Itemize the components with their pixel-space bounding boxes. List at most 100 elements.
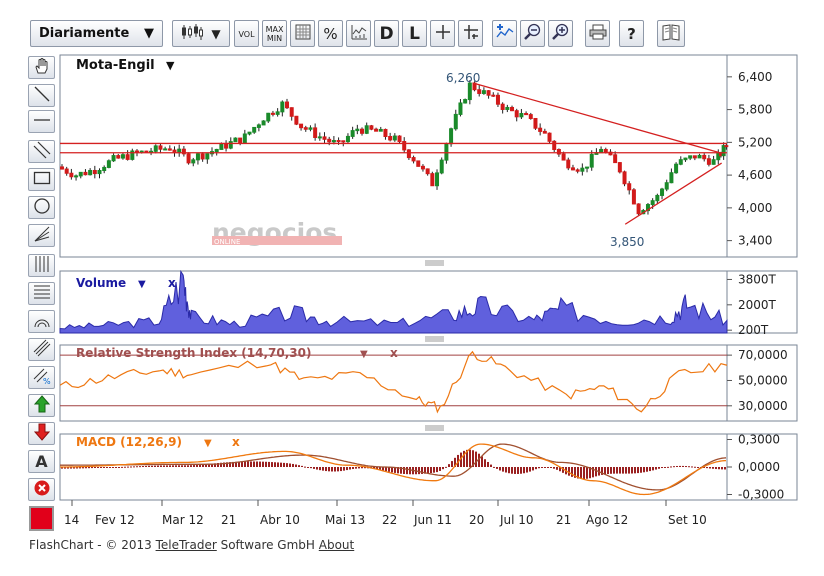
- candle-down: [627, 183, 632, 191]
- candle-down: [524, 113, 529, 116]
- macd-histogram-bar: [313, 467, 315, 469]
- x-tick-label: 20: [469, 513, 484, 527]
- candle-up: [111, 155, 116, 162]
- rsi-chevron-icon[interactable]: ▼: [360, 349, 368, 360]
- about-link[interactable]: About: [319, 538, 354, 552]
- candle-up: [449, 128, 454, 145]
- macd-histogram-bar: [622, 467, 624, 474]
- macd-histogram-bar: [199, 464, 201, 467]
- macd-histogram-bar: [304, 466, 306, 468]
- candle-down: [486, 90, 491, 96]
- candle-up: [219, 143, 224, 150]
- macd-histogram-bar: [319, 467, 321, 471]
- macd-histogram-bar: [160, 465, 162, 467]
- macd-histogram-bar: [259, 461, 261, 467]
- macd-histogram-bar: [556, 467, 558, 470]
- macd-histogram-bar: [607, 467, 609, 475]
- macd-histogram-bar: [358, 467, 360, 469]
- x-tick-label: 14: [64, 513, 79, 527]
- price-title-chevron-icon[interactable]: ▼: [166, 59, 175, 72]
- x-tick-label: 22: [382, 513, 397, 527]
- macd-histogram-bar: [532, 467, 534, 471]
- macd-histogram-bar: [670, 466, 672, 468]
- candle-down: [270, 112, 275, 115]
- macd-histogram-bar: [685, 466, 687, 468]
- macd-histogram-bar: [334, 467, 336, 472]
- y-tick-label: 0,0000: [738, 460, 780, 474]
- macd-histogram-bar: [100, 467, 102, 468]
- macd-histogram-bar: [586, 467, 588, 479]
- candle-down: [200, 153, 205, 160]
- macd-chevron-icon[interactable]: ▼: [204, 438, 212, 449]
- macd-histogram-bar: [316, 467, 318, 470]
- volume-close-icon[interactable]: x: [168, 276, 176, 290]
- candle-up: [97, 170, 102, 175]
- macd-histogram-bar: [658, 467, 660, 469]
- y-tick-label: 5,800: [738, 103, 772, 117]
- candle-up: [242, 133, 247, 144]
- macd-histogram-bar: [112, 467, 114, 468]
- macd-histogram-bar: [619, 467, 621, 474]
- rsi-panel-title[interactable]: Relative Strength Index (14,70,30): [76, 346, 311, 360]
- candle-down: [706, 158, 711, 165]
- watermark-subtext: ONLINE: [214, 238, 240, 246]
- price-panel-title[interactable]: Mota-Engil: [76, 58, 155, 73]
- macd-close-icon[interactable]: x: [232, 435, 240, 449]
- teletrader-link[interactable]: TeleTrader: [156, 538, 217, 552]
- macd-histogram-bar: [241, 461, 243, 467]
- candle-up: [205, 153, 210, 160]
- panel-splitter-handle[interactable]: [425, 425, 444, 431]
- candle-down: [724, 145, 729, 148]
- candle-down: [491, 94, 496, 97]
- candle-down: [369, 125, 374, 130]
- candle-down: [322, 136, 327, 140]
- macd-histogram-bar: [91, 467, 93, 469]
- panel-splitter-handle[interactable]: [425, 260, 444, 266]
- candle-down: [538, 127, 543, 132]
- candle-up: [74, 175, 79, 178]
- macd-histogram-bar: [325, 467, 327, 472]
- candle-up: [350, 130, 355, 137]
- macd-histogram-bar: [103, 467, 105, 468]
- candle-up: [195, 153, 200, 161]
- candle-up: [308, 127, 313, 130]
- high-annotation: 6,260: [446, 71, 480, 85]
- candle-down: [510, 106, 515, 112]
- candle-up: [585, 166, 590, 169]
- macd-histogram-bar: [661, 467, 663, 469]
- macd-histogram-bar: [244, 461, 246, 467]
- macd-histogram-bar: [442, 467, 444, 470]
- panel-splitter-handle[interactable]: [425, 336, 444, 342]
- candle-up: [275, 111, 280, 115]
- macd-histogram-bar: [265, 461, 267, 467]
- y-tick-label: 30,0000: [738, 399, 788, 413]
- candle-down: [116, 155, 121, 159]
- macd-histogram-bar: [451, 461, 453, 467]
- macd-histogram-bar: [436, 467, 438, 473]
- volume-panel-title[interactable]: Volume: [76, 276, 126, 290]
- macd-histogram-bar: [262, 461, 264, 467]
- macd-panel-title[interactable]: MACD (12,26,9): [76, 435, 182, 449]
- macd-histogram-bar: [355, 467, 357, 469]
- macd-histogram-bar: [526, 467, 528, 473]
- candle-up: [214, 148, 219, 153]
- macd-histogram-bar: [292, 463, 294, 467]
- candle-down: [411, 157, 416, 162]
- macd-histogram-bar: [247, 461, 249, 467]
- candle-up: [669, 172, 674, 184]
- candle-down: [542, 130, 547, 134]
- macd-histogram-bar: [94, 467, 96, 468]
- macd-histogram-bar: [664, 467, 666, 468]
- candle-down: [299, 123, 304, 129]
- macd-histogram-bar: [286, 463, 288, 467]
- macd-histogram-bar: [496, 467, 498, 469]
- candle-down: [406, 149, 411, 159]
- rsi-close-icon[interactable]: x: [390, 346, 398, 360]
- macd-histogram-bar: [97, 467, 99, 468]
- macd-histogram-bar: [628, 467, 630, 474]
- candle-up: [688, 155, 693, 159]
- volume-chevron-icon[interactable]: ▼: [138, 279, 146, 290]
- macd-histogram-bar: [550, 467, 552, 468]
- footer: FlashChart - © 2013 TeleTrader Software …: [29, 538, 354, 552]
- macd-histogram-bar: [541, 467, 543, 468]
